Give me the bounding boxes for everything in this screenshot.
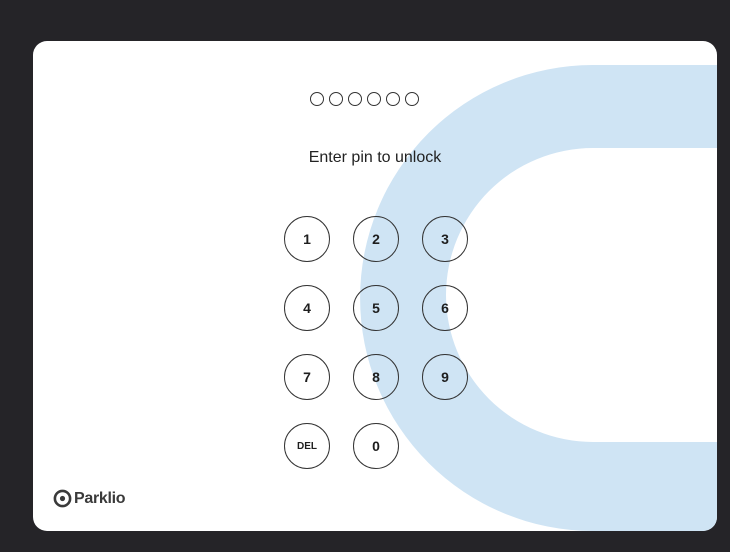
parklio-logo-icon (53, 489, 72, 508)
pin-dot (405, 92, 419, 106)
keypad-key-8[interactable]: 8 (353, 354, 399, 400)
keypad-key-1[interactable]: 1 (284, 216, 330, 262)
keypad-key-6[interactable]: 6 (422, 285, 468, 331)
keypad-key-5[interactable]: 5 (353, 285, 399, 331)
pin-dot (386, 92, 400, 106)
pin-indicator (310, 92, 419, 106)
lock-card: Enter pin to unlock 1 2 3 4 5 6 7 8 9 DE… (33, 41, 717, 531)
brand-logo: Parklio (53, 489, 126, 508)
keypad-key-3[interactable]: 3 (422, 216, 468, 262)
pin-dot (310, 92, 324, 106)
keypad-key-7[interactable]: 7 (284, 354, 330, 400)
unlock-prompt: Enter pin to unlock (308, 149, 442, 166)
keypad-key-2[interactable]: 2 (353, 216, 399, 262)
keypad-key-9[interactable]: 9 (422, 354, 468, 400)
keypad-key-0[interactable]: 0 (353, 423, 399, 469)
keypad-key-4[interactable]: 4 (284, 285, 330, 331)
pin-dot (329, 92, 343, 106)
brand-name: Parklio (74, 489, 126, 507)
pin-dot (367, 92, 381, 106)
keypad-delete-button[interactable]: DEL (284, 423, 330, 469)
pin-dot (348, 92, 362, 106)
